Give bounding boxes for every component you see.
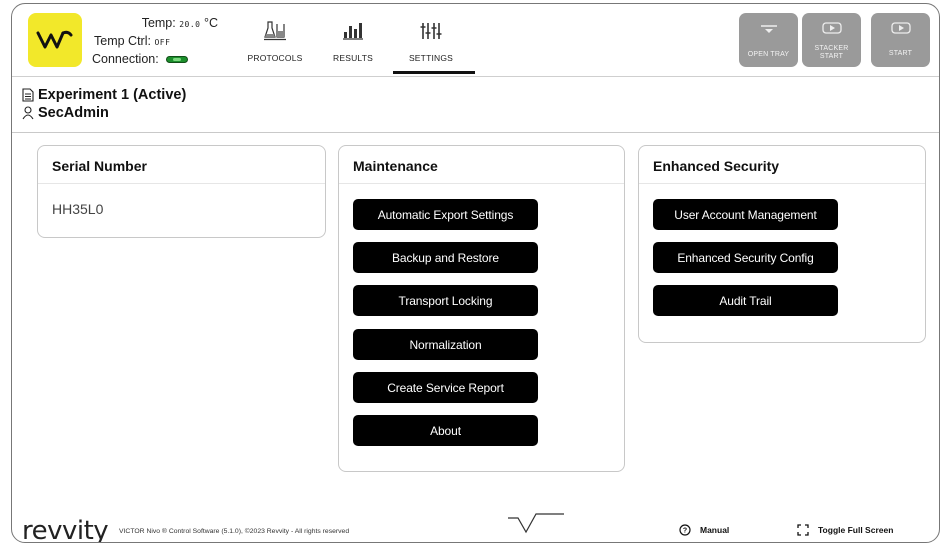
tray-icon — [760, 21, 778, 39]
user-account-management-button[interactable]: User Account Management — [653, 199, 838, 230]
enhanced-security-config-button[interactable]: Enhanced Security Config — [653, 242, 838, 273]
start-icon — [890, 21, 911, 39]
nav-settings-label: SETTINGS — [408, 53, 454, 63]
user-name: SecAdmin — [38, 105, 109, 121]
open-tray-label: OPEN TRAY — [747, 51, 790, 58]
nav-settings[interactable]: SETTINGS — [393, 4, 475, 76]
experiment-row: Experiment 1 (Active) — [22, 86, 186, 104]
toggle-full-screen-button[interactable]: Toggle Full Screen — [797, 524, 893, 536]
experiment-name: Experiment 1 (Active) — [38, 87, 187, 103]
temp-ctrl-label: Temp Ctrl: — [94, 34, 151, 48]
document-icon — [22, 88, 34, 102]
app-logo — [28, 13, 82, 67]
transport-locking-button[interactable]: Transport Locking — [353, 285, 538, 316]
temp-value: 20.0 — [179, 20, 201, 29]
normalization-button[interactable]: Normalization — [353, 329, 538, 360]
main-nav: PROTOCOLS RESULTS SETTINGS — [241, 4, 475, 76]
temp-readout: Temp: 20.0 °C — [88, 15, 218, 33]
stacker-icon — [821, 21, 842, 39]
maintenance-title: Maintenance — [339, 146, 624, 184]
stacker-start-label: STACKER START — [814, 45, 849, 60]
toggle-full-screen-label: Toggle Full Screen — [818, 525, 894, 535]
enhanced-security-card: Enhanced Security User Account Managemen… — [638, 145, 926, 343]
temp-ctrl-readout: Temp Ctrl: OFF — [88, 33, 218, 51]
manual-button[interactable]: ? Manual — [679, 524, 729, 536]
backup-and-restore-button[interactable]: Backup and Restore — [353, 242, 538, 273]
copyright-text: VICTOR Nivo ® Control Software (5.1.0), … — [119, 528, 350, 535]
plate-icon — [343, 20, 363, 42]
audit-trail-button[interactable]: Audit Trail — [653, 285, 838, 316]
fullscreen-icon — [797, 524, 809, 536]
user-row: SecAdmin — [22, 104, 186, 122]
temp-unit: °C — [203, 16, 218, 30]
flask-icon — [264, 20, 286, 42]
instrument-status: Temp: 20.0 °C Temp Ctrl: OFF Connection: — [88, 15, 218, 67]
create-service-report-button[interactable]: Create Service Report — [353, 372, 538, 403]
user-icon — [22, 106, 34, 120]
connection-indicator — [166, 56, 189, 64]
header-divider — [12, 76, 939, 77]
manual-label: Manual — [700, 525, 730, 535]
experiment-info: Experiment 1 (Active) SecAdmin — [22, 86, 186, 122]
stacker-start-button[interactable]: STACKER START — [802, 13, 861, 67]
serial-number-value: HH35L0 — [52, 201, 104, 217]
temp-ctrl-value: OFF — [154, 38, 171, 47]
nav-results[interactable]: RESULTS — [319, 4, 387, 76]
sliders-icon — [420, 20, 442, 42]
footer-tab-handle[interactable] — [508, 512, 564, 534]
nav-protocols-label: PROTOCOLS — [247, 53, 303, 63]
about-button[interactable]: About — [353, 415, 538, 446]
temp-label: Temp: — [141, 16, 176, 30]
info-divider — [12, 132, 939, 133]
footer: revvity VICTOR Nivo ® Control Software (… — [12, 512, 939, 543]
nav-results-label: RESULTS — [333, 53, 373, 63]
serial-number-title: Serial Number — [38, 146, 325, 184]
help-icon: ? — [679, 524, 691, 536]
enhanced-security-title: Enhanced Security — [639, 146, 925, 184]
start-button[interactable]: START — [871, 13, 930, 67]
brand-logo: revvity — [22, 516, 109, 543]
logo-icon — [36, 30, 73, 49]
app-window: Temp: 20.0 °C Temp Ctrl: OFF Connection: — [11, 3, 940, 543]
serial-number-card: Serial Number HH35L0 — [37, 145, 326, 238]
open-tray-button[interactable]: OPEN TRAY — [739, 13, 798, 67]
svg-text:?: ? — [683, 528, 687, 535]
automatic-export-settings-button[interactable]: Automatic Export Settings — [353, 199, 538, 230]
maintenance-card: Maintenance Automatic Export Settings Ba… — [338, 145, 625, 472]
top-header: Temp: 20.0 °C Temp Ctrl: OFF Connection: — [12, 4, 939, 76]
connection-readout: Connection: — [88, 51, 218, 67]
connection-label: Connection: — [92, 52, 159, 66]
nav-protocols[interactable]: PROTOCOLS — [241, 4, 309, 76]
start-label: START — [888, 50, 913, 57]
